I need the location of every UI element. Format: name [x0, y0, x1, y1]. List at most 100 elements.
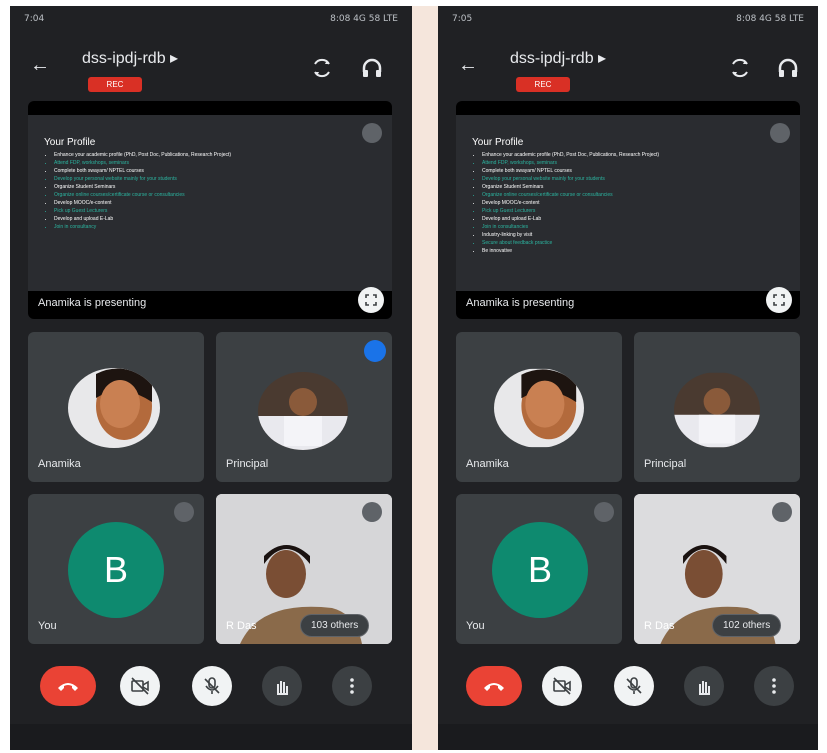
mic-off-icon	[362, 502, 382, 522]
end-call-icon	[484, 683, 504, 691]
call-controls	[10, 666, 412, 712]
more-options-icon	[350, 678, 354, 694]
switch-camera-icon[interactable]	[310, 56, 334, 80]
raise-hand-icon	[277, 681, 288, 695]
android-nav-bar	[10, 724, 412, 750]
slide-bullet: Attend FDP, workshops, seminars	[54, 159, 231, 167]
shared-slide: Your Profile Enhance your academic profi…	[28, 115, 392, 291]
headphones-icon[interactable]	[360, 56, 384, 80]
back-arrow-icon[interactable]: ←	[30, 54, 50, 77]
mic-off-icon	[594, 502, 614, 522]
others-count-chip[interactable]: 103 others	[300, 614, 370, 637]
slide-bullet: Organize Student Seminars	[482, 183, 659, 191]
slide-bullet: Develop and upload E-Lab	[54, 215, 231, 223]
slide-bullet: Develop and upload E-Lab	[482, 215, 659, 223]
participant-tile-principal[interactable]: Principal	[216, 332, 392, 482]
panel-divider	[412, 6, 438, 750]
slide-bullet: Attend FDP, workshops, seminars	[482, 159, 659, 167]
mic-off-icon	[770, 123, 790, 143]
participant-name: Anamika	[466, 458, 509, 470]
participant-avatar	[68, 368, 160, 448]
slide-bullet: Develop your personal website mainly for…	[54, 175, 231, 183]
mic-toggle-button[interactable]	[192, 666, 232, 706]
participant-tile-you[interactable]: B You	[456, 494, 622, 644]
mic-off-icon	[204, 677, 220, 694]
participant-avatar	[258, 372, 348, 450]
fullscreen-icon[interactable]	[358, 287, 384, 313]
slide-bullets: Enhance your academic profile (PhD, Post…	[482, 151, 659, 255]
others-count-chip[interactable]: 102 others	[712, 614, 782, 637]
rec-badge: REC	[516, 77, 570, 92]
slide-bullet: Join in consultancies	[482, 223, 659, 231]
participant-name: R Das	[226, 620, 257, 632]
participant-tile-anamika[interactable]: Anamika	[456, 332, 622, 482]
participant-name: You	[38, 620, 57, 632]
raise-hand-button[interactable]	[684, 666, 724, 706]
slide-bullet: Industry-linking by visit	[482, 231, 659, 239]
slide-bullet: Enhance your academic profile (PhD, Post…	[54, 151, 231, 159]
meeting-top-bar: ← dss-ipdj-rdb ▸ REC	[10, 44, 412, 94]
slide-bullet: Develop MOOC/e-content	[482, 199, 659, 207]
mic-toggle-button[interactable]	[614, 666, 654, 706]
rec-badge: REC	[88, 77, 142, 92]
participant-name: R Das	[644, 620, 675, 632]
raise-hand-button[interactable]	[262, 666, 302, 706]
slide-bullet: Join in consultancy	[54, 223, 231, 231]
participant-name: Principal	[226, 458, 269, 470]
status-indicators: 8:08 4G 58 LTE	[330, 14, 398, 24]
presentation-tile[interactable]: Your Profile Enhance your academic profi…	[456, 101, 800, 319]
camera-off-icon	[553, 677, 571, 695]
status-time: 7:05	[452, 14, 473, 24]
slide-bullet: Develop MOOC/e-content	[54, 199, 231, 207]
raise-hand-icon	[699, 681, 710, 695]
participant-tile-principal[interactable]: Principal	[634, 332, 800, 482]
end-call-button[interactable]	[466, 666, 522, 706]
more-options-button[interactable]	[754, 666, 794, 706]
mic-off-icon	[772, 502, 792, 522]
participant-tile-you[interactable]: B You	[28, 494, 204, 644]
slide-bullet: Organize online courses/certificate cour…	[54, 191, 231, 199]
self-avatar: B	[68, 522, 164, 618]
status-indicators: 8:08 4G 58 LTE	[736, 14, 804, 24]
participant-name: Anamika	[38, 458, 81, 470]
phone-screenshot-left: 7:04 8:08 4G 58 LTE ← dss-ipdj-rdb ▸ REC…	[10, 6, 412, 750]
slide-bullet: Organize Student Seminars	[54, 183, 231, 191]
call-controls	[438, 666, 818, 712]
slide-bullet: Complete both swayam/ NPTEL courses	[54, 167, 231, 175]
presentation-tile[interactable]: Your Profile Enhance your academic profi…	[28, 101, 392, 319]
slide-bullets: Enhance your academic profile (PhD, Post…	[54, 151, 231, 231]
participant-name: Principal	[644, 458, 687, 470]
status-time: 7:04	[24, 14, 45, 24]
meeting-code[interactable]: dss-ipdj-rdb ▸	[82, 48, 178, 68]
slide-bullet: Pick up Guest Lecturers	[482, 207, 659, 215]
mic-off-icon	[626, 677, 642, 694]
end-call-button[interactable]	[40, 666, 96, 706]
meeting-top-bar: ← dss-ipdj-rdb ▸ REC	[438, 44, 818, 94]
participant-tile-video[interactable]: R Das 103 others	[216, 494, 392, 644]
slide-bullet: Organize online courses/certificate cour…	[482, 191, 659, 199]
slide-bullet: Pick up Guest Lecturers	[54, 207, 231, 215]
camera-toggle-button[interactable]	[542, 666, 582, 706]
speaking-indicator-icon	[364, 340, 386, 362]
camera-toggle-button[interactable]	[120, 666, 160, 706]
slide-bullet: Develop your personal website mainly for…	[482, 175, 659, 183]
headphones-icon[interactable]	[776, 56, 800, 80]
end-call-icon	[58, 683, 78, 691]
participant-avatar	[674, 372, 760, 448]
fullscreen-icon[interactable]	[766, 287, 792, 313]
presenting-label: Anamika is presenting	[38, 297, 147, 309]
status-bar: 7:05 8:08 4G 58 LTE	[452, 14, 804, 28]
phone-screenshot-right: 7:05 8:08 4G 58 LTE ← dss-ipdj-rdb ▸ REC…	[438, 6, 818, 750]
participant-tile-video[interactable]: R Das 102 others	[634, 494, 800, 644]
switch-camera-icon[interactable]	[728, 56, 752, 80]
meeting-code[interactable]: dss-ipdj-rdb ▸	[510, 48, 606, 68]
back-arrow-icon[interactable]: ←	[458, 54, 478, 77]
status-bar: 7:04 8:08 4G 58 LTE	[24, 14, 398, 28]
slide-title: Your Profile	[472, 137, 524, 148]
participant-avatar	[494, 368, 584, 448]
participant-tile-anamika[interactable]: Anamika	[28, 332, 204, 482]
slide-bullet: Be innovative	[482, 247, 659, 255]
more-options-icon	[772, 678, 776, 694]
slide-bullet: Complete both swayam/ NPTEL courses	[482, 167, 659, 175]
more-options-button[interactable]	[332, 666, 372, 706]
